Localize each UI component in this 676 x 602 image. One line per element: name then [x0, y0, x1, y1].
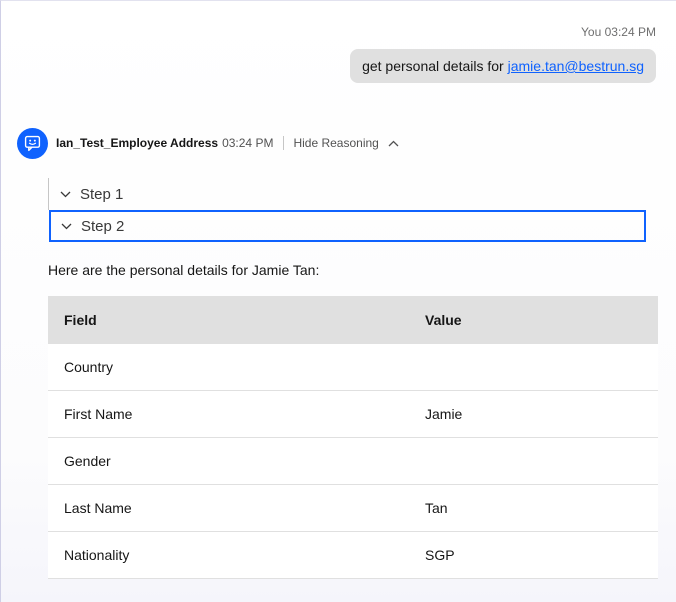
reasoning-step-2[interactable]: Step 2 [49, 210, 646, 242]
personal-details-table: Field Value Country First Name Jamie Gen… [48, 296, 658, 579]
bot-message-header: Ian_Test_Employee Address 03:24 PM Hide … [56, 135, 399, 151]
chat-bot-icon [24, 135, 41, 152]
table-row: Country [48, 344, 658, 391]
table-row: Gender [48, 437, 658, 485]
reasoning-step-1[interactable]: Step 1 [49, 180, 123, 208]
user-author: You [581, 25, 602, 39]
chevron-down-icon [61, 223, 72, 229]
user-message-bubble: get personal details for jamie.tan@bestr… [350, 49, 656, 83]
email-link[interactable]: jamie.tan@bestrun.sg [508, 58, 644, 74]
field-cell: Country [48, 344, 409, 391]
value-cell: SGP [409, 531, 658, 579]
table-header-row: Field Value [48, 296, 658, 344]
user-message-meta: You 03:24 PM [581, 25, 656, 39]
field-cell: Last Name [48, 484, 409, 532]
table-row: Last Name Tan [48, 484, 658, 532]
column-header-value: Value [409, 296, 658, 344]
hide-reasoning-button[interactable]: Hide Reasoning [293, 136, 399, 150]
hide-reasoning-label: Hide Reasoning [293, 136, 379, 150]
table-row: First Name Jamie [48, 390, 658, 438]
bot-message-time: 03:24 PM [222, 136, 274, 150]
chevron-up-icon [388, 140, 399, 146]
chevron-down-icon [60, 191, 71, 197]
user-message-text: get personal details for [362, 58, 508, 74]
step-label: Step 2 [81, 217, 125, 235]
step-label: Step 1 [80, 185, 124, 203]
column-header-field: Field [48, 296, 409, 344]
value-cell [409, 344, 658, 391]
field-cell: First Name [48, 390, 409, 438]
value-cell: Jamie [409, 390, 658, 438]
value-cell [409, 437, 658, 485]
field-cell: Gender [48, 437, 409, 485]
bot-name: Ian_Test_Employee Address [56, 136, 219, 150]
field-cell: Nationality [48, 531, 409, 579]
user-message-time: 03:24 PM [604, 25, 656, 39]
value-cell: Tan [409, 484, 658, 532]
table-row: Nationality SGP [48, 531, 658, 579]
header-divider [283, 136, 285, 150]
bot-avatar [17, 128, 48, 159]
response-intro: Here are the personal details for Jamie … [48, 262, 320, 278]
